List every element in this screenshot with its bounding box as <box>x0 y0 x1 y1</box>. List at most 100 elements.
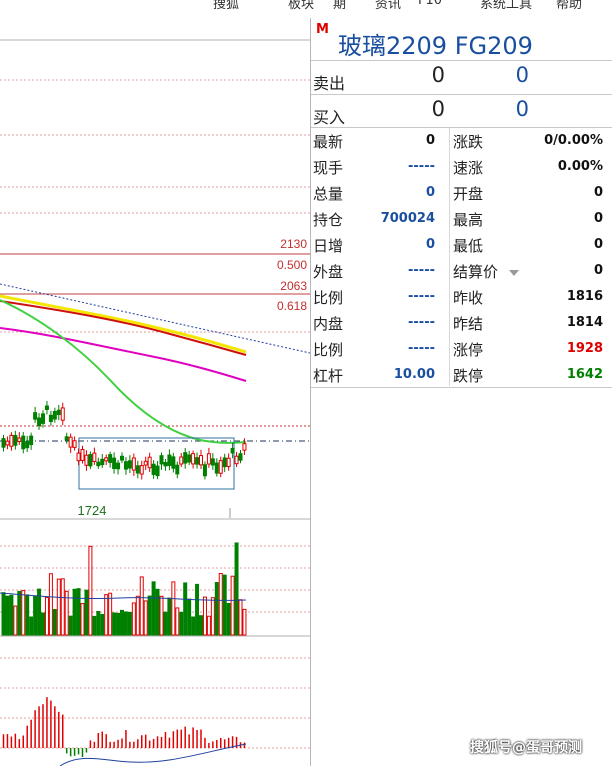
candle-body <box>214 462 219 474</box>
candle <box>195 452 200 469</box>
menu-item-news[interactable]: 资讯 <box>375 0 401 12</box>
volume-bar <box>214 582 219 636</box>
volume-bar <box>163 611 168 636</box>
candle-body <box>64 436 69 441</box>
quote-left-label: 内盘 <box>313 315 344 333</box>
candle <box>44 400 49 415</box>
volume-bars-group <box>1 542 247 636</box>
quote-panel: M 玻璃2209 FG209 卖出 0 0 买入 0 0 最新 0 涨跌 0/0.00… <box>311 18 612 766</box>
volume-bar <box>21 590 26 636</box>
volume-bar <box>222 574 227 636</box>
sell-volume: 0 <box>515 63 529 87</box>
candle <box>131 453 136 476</box>
contract-title[interactable]: 玻璃2209 FG209 <box>338 26 533 61</box>
quote-left-label: 现手 <box>313 159 344 177</box>
candle-body <box>222 457 227 468</box>
quote-left-value: 0 <box>425 133 435 148</box>
candle <box>29 432 34 450</box>
candle-body <box>37 417 42 427</box>
quote-left-label: 最新 <box>313 133 344 151</box>
menu-item-sohu[interactable]: 搜狐 <box>213 0 239 12</box>
candle-body <box>226 457 231 468</box>
candle-body <box>191 453 196 465</box>
volume-bar <box>218 573 223 636</box>
candle <box>238 449 243 464</box>
candle-body <box>13 434 18 446</box>
candle <box>191 450 196 469</box>
candle <box>72 436 77 451</box>
sell-order-row[interactable]: 卖出 0 0 <box>311 60 612 94</box>
volume-bar <box>187 598 192 636</box>
candle <box>92 447 97 465</box>
volume-bar <box>202 596 207 636</box>
volume-bar <box>175 607 180 636</box>
candle <box>64 432 69 444</box>
sell-price: 0 <box>431 63 445 87</box>
candle-body <box>230 448 235 454</box>
menu-item-futures[interactable]: 期 <box>333 0 346 12</box>
candle <box>112 452 117 474</box>
candle <box>84 450 89 471</box>
volume-bar <box>68 615 73 636</box>
candle <box>206 447 211 468</box>
candle <box>80 445 85 464</box>
quote-row: 比例 ----- 昨收 1816 <box>311 284 612 310</box>
quote-row: 日增 0 最低 0 <box>311 232 612 258</box>
fib-price-2063: 2063 <box>280 279 307 293</box>
candle-body <box>5 440 10 446</box>
quote-left-label: 总量 <box>313 185 344 203</box>
candle-body <box>155 465 160 477</box>
sell-label: 卖出 <box>313 74 346 93</box>
candle-body <box>242 443 247 451</box>
quote-right-value: 0 <box>593 185 603 200</box>
quote-right-label: 开盘 <box>453 185 484 203</box>
candle-body <box>195 457 200 465</box>
quote-left-value: 700024 <box>380 211 435 226</box>
menu-item-board[interactable]: 板块 <box>288 0 314 12</box>
kline-chart-panel[interactable]: 2130 0.500 2063 0.618 1724 <box>0 18 310 766</box>
quote-right-label: 跌停 <box>453 367 484 385</box>
candle <box>151 460 156 479</box>
candle <box>21 431 26 454</box>
candle <box>108 451 113 468</box>
menu-item-f10[interactable]: F10 <box>418 0 442 8</box>
ma-magenta-line <box>0 327 247 382</box>
candle-body <box>234 455 239 465</box>
candle-body <box>41 413 45 424</box>
kline-chart-svg[interactable]: 2130 0.500 2063 0.618 1724 <box>0 18 310 766</box>
candle <box>48 410 53 426</box>
volume-bar <box>13 605 18 636</box>
quote-row: 杠杆 10.00 跌停 1642 <box>311 362 612 388</box>
quote-row: 总量 0 开盘 0 <box>311 180 612 206</box>
candle <box>41 410 45 428</box>
candle-body <box>151 463 156 475</box>
candle <box>179 453 184 468</box>
volume-bar <box>60 578 65 636</box>
volume-bar <box>147 595 152 636</box>
candle <box>52 407 57 423</box>
volume-bar <box>191 616 196 636</box>
candle-body <box>60 407 65 421</box>
candle-body <box>179 456 184 465</box>
candle <box>143 456 148 470</box>
candle-body <box>48 414 53 422</box>
quote-right-label: 最高 <box>453 211 484 229</box>
volume-bar <box>29 616 34 636</box>
volume-bar <box>48 573 53 636</box>
candle <box>120 452 124 464</box>
candle-body <box>68 436 73 448</box>
quote-right-value: 1642 <box>566 367 603 382</box>
quote-right-value: 0/0.00% <box>544 133 603 148</box>
quote-left-label: 日增 <box>313 237 344 255</box>
quote-left-label: 比例 <box>313 289 344 307</box>
buy-volume: 0 <box>515 97 529 121</box>
buy-order-row[interactable]: 买入 0 0 <box>311 94 612 128</box>
quote-right-label: 涨跌 <box>453 133 484 151</box>
volume-bar <box>155 588 160 636</box>
candle <box>187 450 192 466</box>
menu-item-help[interactable]: 帮助 <box>556 0 582 12</box>
ma-red-line <box>0 300 247 356</box>
volume-bar <box>72 588 77 636</box>
menu-item-tools[interactable]: 系统工具 <box>480 0 532 12</box>
quote-right-label: 涨停 <box>453 341 484 359</box>
